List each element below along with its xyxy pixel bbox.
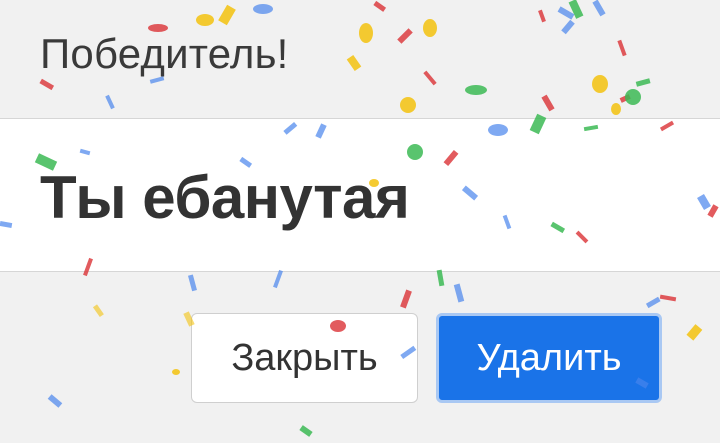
delete-button[interactable]: Удалить — [436, 313, 662, 403]
result-panel: Ты ебанутая — [0, 118, 720, 272]
winner-result: Ты ебанутая — [40, 164, 410, 231]
dialog-title: Победитель! — [40, 30, 289, 77]
winner-dialog: Победитель! Ты ебанутая Закрыть Удалить — [0, 0, 720, 443]
close-button[interactable]: Закрыть — [191, 313, 418, 403]
